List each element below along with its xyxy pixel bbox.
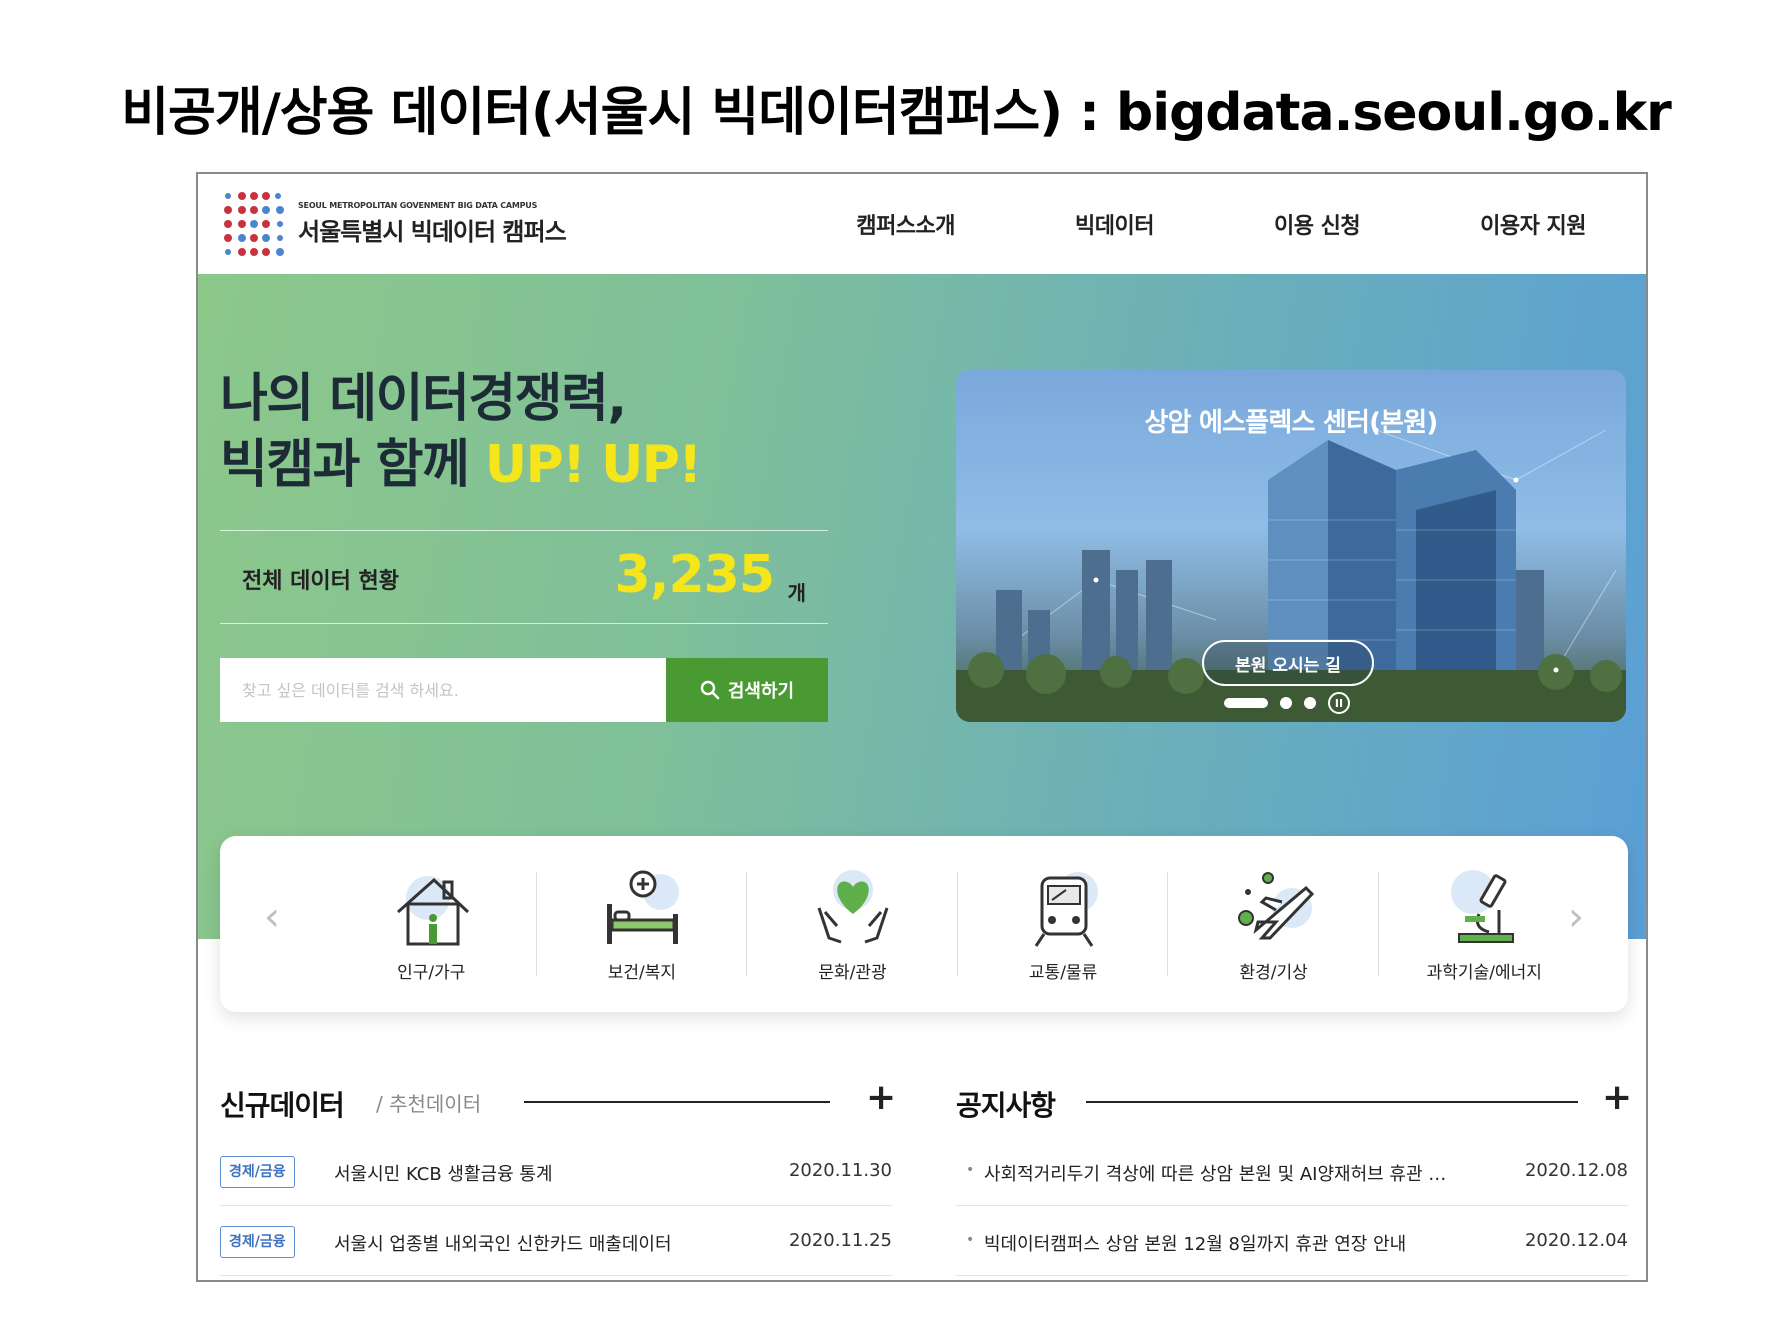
chevron-right-icon[interactable]: › bbox=[1568, 894, 1584, 940]
slider-dot-2[interactable] bbox=[1280, 697, 1292, 709]
category-carousel: ‹ 인구/가구 보건/복지 문화/관광 교통/물류 환경/기상 과학기술/에너지… bbox=[220, 836, 1628, 1012]
stat-label: 전체 데이터 현황 bbox=[242, 569, 399, 594]
category-label: 보건/복지 bbox=[607, 963, 677, 983]
category-label: 인구/가구 bbox=[397, 963, 466, 983]
site-header: SEOUL METROPOLITAN GOVENMENT BIG DATA CA… bbox=[198, 174, 1646, 274]
heart-hands-icon bbox=[817, 870, 889, 944]
directions-button[interactable]: 본원 오시는 길 bbox=[1202, 640, 1374, 686]
microscope-icon bbox=[1450, 870, 1514, 943]
notice-date: 2020.12.04 bbox=[1524, 1230, 1628, 1251]
browser-frame: SEOUL METROPOLITAN GOVENMENT BIG DATA CA… bbox=[196, 172, 1648, 1282]
notice-row[interactable]: • 빅데이터캠퍼스 상암 본원 12월 8일까지 휴관 연장 안내 2020.1… bbox=[956, 1206, 1628, 1276]
data-row-date: 2020.11.30 bbox=[788, 1160, 892, 1181]
nav-item-bigdata[interactable]: 빅데이터 bbox=[1075, 208, 1154, 240]
logo-title: 서울특별시 빅데이터 캠퍼스 bbox=[298, 218, 567, 246]
hero-line-2: 빅캠과 함께 UP! UP! bbox=[220, 432, 702, 498]
promo-title: 상암 에스플렉스 센터(본원) bbox=[1144, 408, 1439, 438]
hero-line-1: 나의 데이터경쟁력, bbox=[220, 369, 627, 429]
hero-heading: 나의 데이터경쟁력, 빅캠과 함께 UP! UP! bbox=[220, 366, 702, 498]
stat-value: 3,235 bbox=[614, 545, 775, 605]
category-tag: 경제/금융 bbox=[220, 1226, 295, 1258]
bullet-icon: • bbox=[966, 1162, 975, 1178]
category-environment-weather[interactable]: 환경/기상 bbox=[1168, 836, 1379, 1012]
notice-row[interactable]: • 사회적거리두기 격상에 따른 상암 본원 및 AI양재허브 휴관 … 202… bbox=[956, 1136, 1628, 1206]
new-data-more-plus-icon[interactable]: + bbox=[866, 1080, 896, 1116]
train-icon bbox=[1034, 872, 1098, 947]
search-bar: 검색하기 bbox=[220, 658, 828, 722]
search-button[interactable]: 검색하기 bbox=[666, 658, 828, 722]
hero-highlight: UP! UP! bbox=[484, 435, 702, 495]
house-icon bbox=[397, 876, 470, 946]
slider-pagination: II bbox=[1224, 692, 1350, 714]
nav-item-campus-intro[interactable]: 캠퍼스소개 bbox=[856, 208, 955, 240]
hospital-bed-icon bbox=[606, 870, 679, 944]
category-label: 환경/기상 bbox=[1239, 963, 1308, 983]
data-row-date: 2020.11.25 bbox=[788, 1230, 892, 1251]
recommended-data-tab[interactable]: / 추천데이터 bbox=[376, 1088, 481, 1117]
chevron-left-icon[interactable]: ‹ bbox=[264, 894, 280, 940]
slide-title: 비공개/상용 데이터(서울시 빅데이터캠퍼스) : bigdata.seoul.… bbox=[121, 83, 1672, 143]
search-input[interactable] bbox=[220, 658, 666, 722]
category-label: 교통/물류 bbox=[1028, 963, 1098, 983]
notice-title[interactable]: 사회적거리두기 격상에 따른 상암 본원 및 AI양재허브 휴관 … bbox=[984, 1160, 1446, 1186]
notices-title[interactable]: 공지사항 bbox=[956, 1084, 1056, 1124]
search-icon bbox=[700, 680, 720, 700]
section-divider bbox=[524, 1101, 830, 1103]
category-health-welfare[interactable]: 보건/복지 bbox=[537, 836, 748, 1012]
category-population[interactable]: 인구/가구 bbox=[326, 836, 537, 1012]
category-science-energy[interactable]: 과학기술/에너지 bbox=[1379, 836, 1590, 1012]
notice-date: 2020.12.08 bbox=[1524, 1160, 1628, 1181]
data-stat-box: 전체 데이터 현황 3,235 개 bbox=[220, 530, 828, 624]
logo-subtitle: SEOUL METROPOLITAN GOVENMENT BIG DATA CA… bbox=[298, 201, 538, 210]
slider-dot-3[interactable] bbox=[1304, 697, 1316, 709]
pause-icon[interactable]: II bbox=[1328, 692, 1350, 714]
new-data-title[interactable]: 신규데이터 bbox=[220, 1084, 345, 1124]
category-label: 문화/관광 bbox=[818, 963, 887, 983]
notice-title[interactable]: 빅데이터캠퍼스 상암 본원 12월 8일까지 휴관 연장 안내 bbox=[984, 1230, 1406, 1256]
section-divider bbox=[1086, 1101, 1578, 1103]
logo-dots-icon bbox=[224, 192, 284, 256]
hero-line-2-prefix: 빅캠과 함께 bbox=[220, 435, 485, 495]
category-transport-logistics[interactable]: 교통/물류 bbox=[958, 836, 1169, 1012]
data-row-title[interactable]: 서울시 업종별 내외국인 신한카드 매출데이터 bbox=[334, 1230, 672, 1256]
site-logo[interactable]: SEOUL METROPOLITAN GOVENMENT BIG DATA CA… bbox=[220, 190, 567, 258]
search-button-label: 검색하기 bbox=[727, 681, 795, 702]
airplane-weather-icon bbox=[1238, 872, 1315, 940]
category-tag: 경제/금융 bbox=[220, 1156, 295, 1188]
main-nav: 캠퍼스소개 빅데이터 이용 신청 이용자 지원 bbox=[856, 174, 1586, 274]
category-label: 과학기술/에너지 bbox=[1426, 963, 1542, 983]
category-list: 인구/가구 보건/복지 문화/관광 교통/물류 환경/기상 과학기술/에너지 bbox=[326, 836, 1590, 1012]
category-culture-tourism[interactable]: 문화/관광 bbox=[747, 836, 958, 1012]
nav-item-apply[interactable]: 이용 신청 bbox=[1274, 208, 1361, 240]
promo-slider[interactable]: 상암 에스플렉스 센터(본원) 본원 오시는 길 II bbox=[956, 370, 1626, 722]
stat-unit: 개 bbox=[787, 581, 806, 605]
data-row[interactable]: 경제/금융 서울시민 KCB 생활금융 통계 2020.11.30 bbox=[220, 1136, 892, 1206]
nav-item-user-support[interactable]: 이용자 지원 bbox=[1480, 208, 1586, 240]
data-row[interactable]: 경제/금융 서울시 업종별 내외국인 신한카드 매출데이터 2020.11.25 bbox=[220, 1206, 892, 1276]
bullet-icon: • bbox=[966, 1232, 975, 1248]
notices-more-plus-icon[interactable]: + bbox=[1602, 1080, 1632, 1116]
slider-dot-1[interactable] bbox=[1224, 698, 1268, 708]
data-row-title[interactable]: 서울시민 KCB 생활금융 통계 bbox=[334, 1160, 553, 1186]
